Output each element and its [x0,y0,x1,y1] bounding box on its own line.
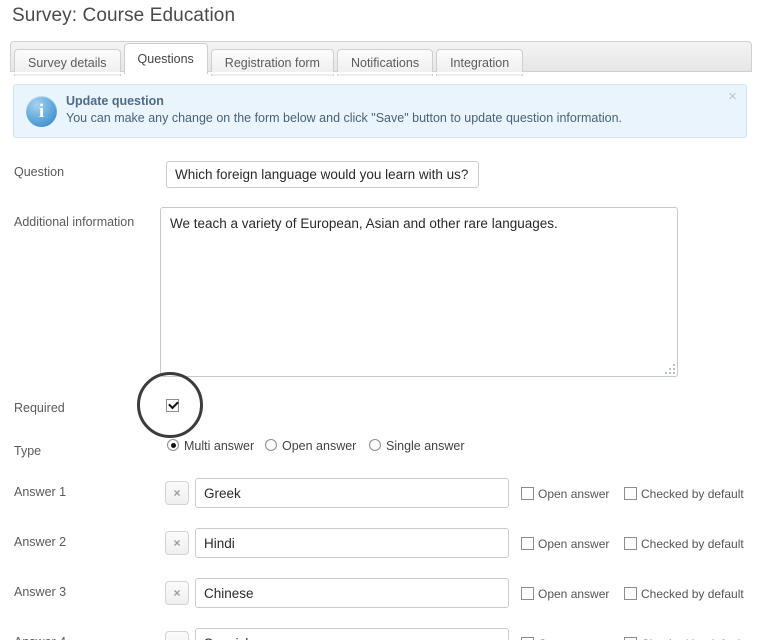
close-icon: × [173,536,181,550]
answer-4-input[interactable] [195,628,509,640]
type-radio-open-answer-label[interactable]: Open answer [282,439,356,453]
info-icon: i [26,96,57,127]
close-icon[interactable]: × [728,89,737,104]
answer-2-open-answer-checkbox[interactable] [521,537,534,550]
tab-questions[interactable]: Questions [123,43,208,74]
type-radio-multi-answer[interactable] [167,439,179,451]
survey-question-editor-page: Survey: Course Education Survey details … [0,0,760,640]
type-radio-open-answer[interactable] [265,439,277,451]
page-title: Survey: Course Education [12,5,236,26]
question-input[interactable] [166,161,479,188]
answer-3-checked-by-default-label[interactable]: Checked by default [641,587,744,601]
additional-information-label: Additional information [14,215,135,229]
required-label: Required [14,401,65,415]
required-checkbox[interactable] [166,399,179,412]
answer-3-remove-button[interactable]: × [165,581,189,605]
answer-1-label: Answer 1 [14,485,67,499]
answer-1-checked-by-default-label[interactable]: Checked by default [641,487,744,501]
answer-1-checked-by-default-checkbox[interactable] [624,487,637,500]
answer-2-label: Answer 2 [14,535,67,549]
answer-2-checked-by-default-checkbox[interactable] [624,537,637,550]
update-question-alert: i Update question You can make any chang… [13,84,747,138]
answer-4-label: Answer 4 [14,635,66,640]
answer-2-checked-by-default-label[interactable]: Checked by default [641,537,744,551]
type-radio-multi-answer-label[interactable]: Multi answer [184,439,254,453]
answer-1-input[interactable] [195,478,509,508]
answer-1-open-answer-checkbox[interactable] [521,487,534,500]
close-icon: × [173,586,181,600]
alert-title: Update question [66,94,164,108]
answer-1-remove-button[interactable]: × [165,481,189,505]
alert-message: You can make any change on the form belo… [66,111,622,125]
answer-4-remove-button[interactable]: × [165,631,189,640]
answer-1-open-answer-label[interactable]: Open answer [538,487,609,501]
answer-2-remove-button[interactable]: × [165,531,189,555]
info-icon-glyph: i [38,101,45,122]
answer-3-input[interactable] [195,578,509,608]
close-icon: × [173,486,181,500]
type-radio-single-answer-label[interactable]: Single answer [386,439,465,453]
type-label: Type [14,444,42,458]
answer-3-checked-by-default-checkbox[interactable] [624,587,637,600]
question-label: Question [14,165,65,179]
type-radio-single-answer[interactable] [369,439,381,451]
answer-2-open-answer-label[interactable]: Open answer [538,537,609,551]
close-icon: × [166,632,188,640]
answer-3-open-answer-checkbox[interactable] [521,587,534,600]
additional-information-textarea[interactable] [160,207,678,377]
answer-2-input[interactable] [195,528,509,558]
answer-3-open-answer-label[interactable]: Open answer [538,587,609,601]
answer-3-label: Answer 3 [14,585,67,599]
tab-bar: Survey details Questions Registration fo… [14,43,526,76]
tab-panel-top-edge [10,72,752,74]
